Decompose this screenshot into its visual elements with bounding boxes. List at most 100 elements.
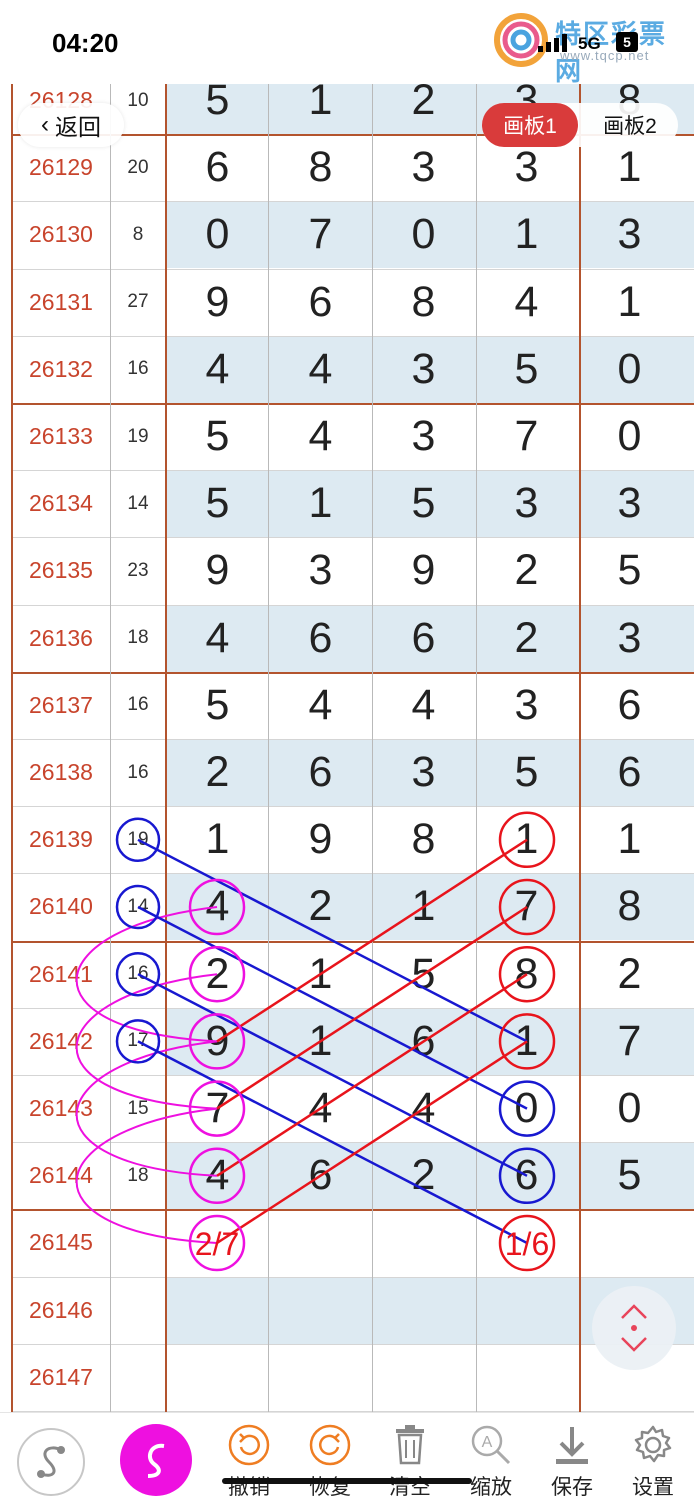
digit-cell[interactable]: 1 — [475, 201, 578, 268]
scroll-toggle-button[interactable] — [592, 1286, 676, 1370]
digit-cell[interactable]: 3 — [372, 403, 475, 470]
digit-cell[interactable] — [269, 1209, 372, 1276]
digit-cell[interactable]: 4 — [166, 1142, 269, 1209]
digit-cell[interactable]: 1 — [475, 806, 578, 873]
digit-cell[interactable]: 5 — [475, 739, 578, 806]
zoom-button[interactable]: A 缩放 — [451, 1413, 531, 1501]
digit-cell[interactable]: 2 — [269, 873, 372, 940]
digit-cell[interactable]: 5 — [578, 1142, 681, 1209]
clear-button[interactable]: 清空 — [370, 1413, 450, 1501]
digit-cell[interactable]: 6 — [166, 134, 269, 201]
digit-cell[interactable]: 1 — [269, 941, 372, 1008]
digit-cell[interactable]: 4 — [269, 672, 372, 739]
digit-cell[interactable]: 6 — [269, 269, 372, 336]
digit-cell[interactable]: 3 — [269, 537, 372, 604]
digit-cell[interactable] — [269, 1277, 372, 1344]
digit-cell[interactable]: 6 — [372, 605, 475, 672]
digit-cell[interactable]: 5 — [372, 941, 475, 1008]
digit-cell[interactable]: 8 — [372, 269, 475, 336]
digit-cell[interactable]: 5 — [578, 537, 681, 604]
digit-cell[interactable] — [166, 1209, 269, 1276]
digit-cell[interactable]: 0 — [475, 1075, 578, 1142]
digit-cell[interactable]: 7 — [269, 201, 372, 268]
digit-cell[interactable] — [166, 1344, 269, 1411]
digit-cell[interactable]: 4 — [166, 873, 269, 940]
save-button[interactable]: 保存 — [532, 1413, 612, 1501]
digit-cell[interactable]: 6 — [372, 1008, 475, 1075]
digit-cell[interactable]: 3 — [372, 336, 475, 403]
back-button[interactable]: ‹ 返回 — [18, 103, 124, 147]
digit-cell[interactable]: 0 — [372, 201, 475, 268]
tab-board2[interactable]: 画板2 — [582, 103, 678, 147]
digit-cell[interactable]: 0 — [578, 403, 681, 470]
digit-cell[interactable]: 9 — [166, 269, 269, 336]
digit-cell[interactable]: 4 — [166, 336, 269, 403]
digit-cell[interactable]: 6 — [269, 605, 372, 672]
digit-cell[interactable]: 1 — [578, 806, 681, 873]
digit-cell[interactable]: 9 — [166, 537, 269, 604]
digit-cell[interactable]: 3 — [578, 201, 681, 268]
digit-cell[interactable]: 7 — [475, 873, 578, 940]
digit-cell[interactable]: 4 — [372, 672, 475, 739]
digit-cell[interactable]: 5 — [475, 336, 578, 403]
digit-cell[interactable]: 4 — [372, 1075, 475, 1142]
tab-board1[interactable]: 画板1 — [482, 103, 578, 147]
digit-cell[interactable]: 5 — [166, 672, 269, 739]
digit-cell[interactable] — [372, 1277, 475, 1344]
digit-cell[interactable]: 8 — [578, 873, 681, 940]
digit-cell[interactable]: 7 — [578, 1008, 681, 1075]
digit-cell[interactable]: 5 — [166, 84, 269, 134]
digit-cell[interactable] — [372, 1209, 475, 1276]
digit-cell[interactable]: 1 — [475, 1008, 578, 1075]
digit-cell[interactable]: 4 — [269, 403, 372, 470]
digit-cell[interactable]: 2 — [166, 739, 269, 806]
digit-cell[interactable]: 6 — [269, 1142, 372, 1209]
digit-cell[interactable] — [475, 1209, 578, 1276]
digit-cell[interactable]: 6 — [269, 739, 372, 806]
digit-cell[interactable]: 3 — [578, 605, 681, 672]
curve-tool-button[interactable] — [11, 1413, 91, 1501]
digit-cell[interactable]: 8 — [269, 134, 372, 201]
digit-cell[interactable] — [578, 1209, 681, 1276]
undo-button[interactable]: 撤销 — [209, 1413, 289, 1501]
digit-cell[interactable] — [372, 1344, 475, 1411]
digit-cell[interactable]: 7 — [166, 1075, 269, 1142]
digit-cell[interactable]: 5 — [166, 403, 269, 470]
digit-cell[interactable]: 9 — [269, 806, 372, 873]
digit-cell[interactable]: 1 — [166, 806, 269, 873]
digit-cell[interactable]: 5 — [372, 470, 475, 537]
digit-cell[interactable] — [166, 1277, 269, 1344]
digit-cell[interactable]: 1 — [269, 470, 372, 537]
digit-cell[interactable]: 2 — [166, 941, 269, 1008]
digit-cell[interactable]: 0 — [166, 201, 269, 268]
digit-cell[interactable]: 4 — [166, 605, 269, 672]
digit-cell[interactable]: 3 — [372, 739, 475, 806]
digit-cell[interactable]: 2 — [475, 605, 578, 672]
digit-cell[interactable]: 1 — [269, 84, 372, 134]
digit-cell[interactable]: 6 — [475, 1142, 578, 1209]
settings-button[interactable]: 设置 — [613, 1413, 693, 1501]
digit-cell[interactable]: 3 — [578, 470, 681, 537]
digit-cell[interactable]: 2 — [372, 84, 475, 134]
digit-cell[interactable]: 1 — [578, 269, 681, 336]
digit-cell[interactable]: 2 — [578, 941, 681, 1008]
digit-cell[interactable]: 8 — [372, 806, 475, 873]
digit-cell[interactable]: 5 — [166, 470, 269, 537]
digit-cell[interactable] — [269, 1344, 372, 1411]
digit-cell[interactable]: 2 — [475, 537, 578, 604]
digit-cell[interactable]: 1 — [269, 1008, 372, 1075]
digit-cell[interactable]: 3 — [475, 672, 578, 739]
redo-button[interactable]: 恢复 — [290, 1413, 370, 1501]
digit-cell[interactable]: 6 — [578, 739, 681, 806]
digit-cell[interactable]: 0 — [578, 336, 681, 403]
digit-cell[interactable]: 3 — [372, 134, 475, 201]
pen-tool-button[interactable] — [116, 1413, 196, 1501]
digit-cell[interactable]: 0 — [578, 1075, 681, 1142]
digit-cell[interactable]: 6 — [578, 672, 681, 739]
digit-cell[interactable]: 7 — [475, 403, 578, 470]
digit-cell[interactable]: 4 — [475, 269, 578, 336]
digit-cell[interactable]: 1 — [372, 873, 475, 940]
digit-cell[interactable] — [475, 1277, 578, 1344]
draw-grid[interactable]: 2612810512382612920683312613080701326131… — [0, 84, 694, 1412]
digit-cell[interactable]: 3 — [475, 470, 578, 537]
